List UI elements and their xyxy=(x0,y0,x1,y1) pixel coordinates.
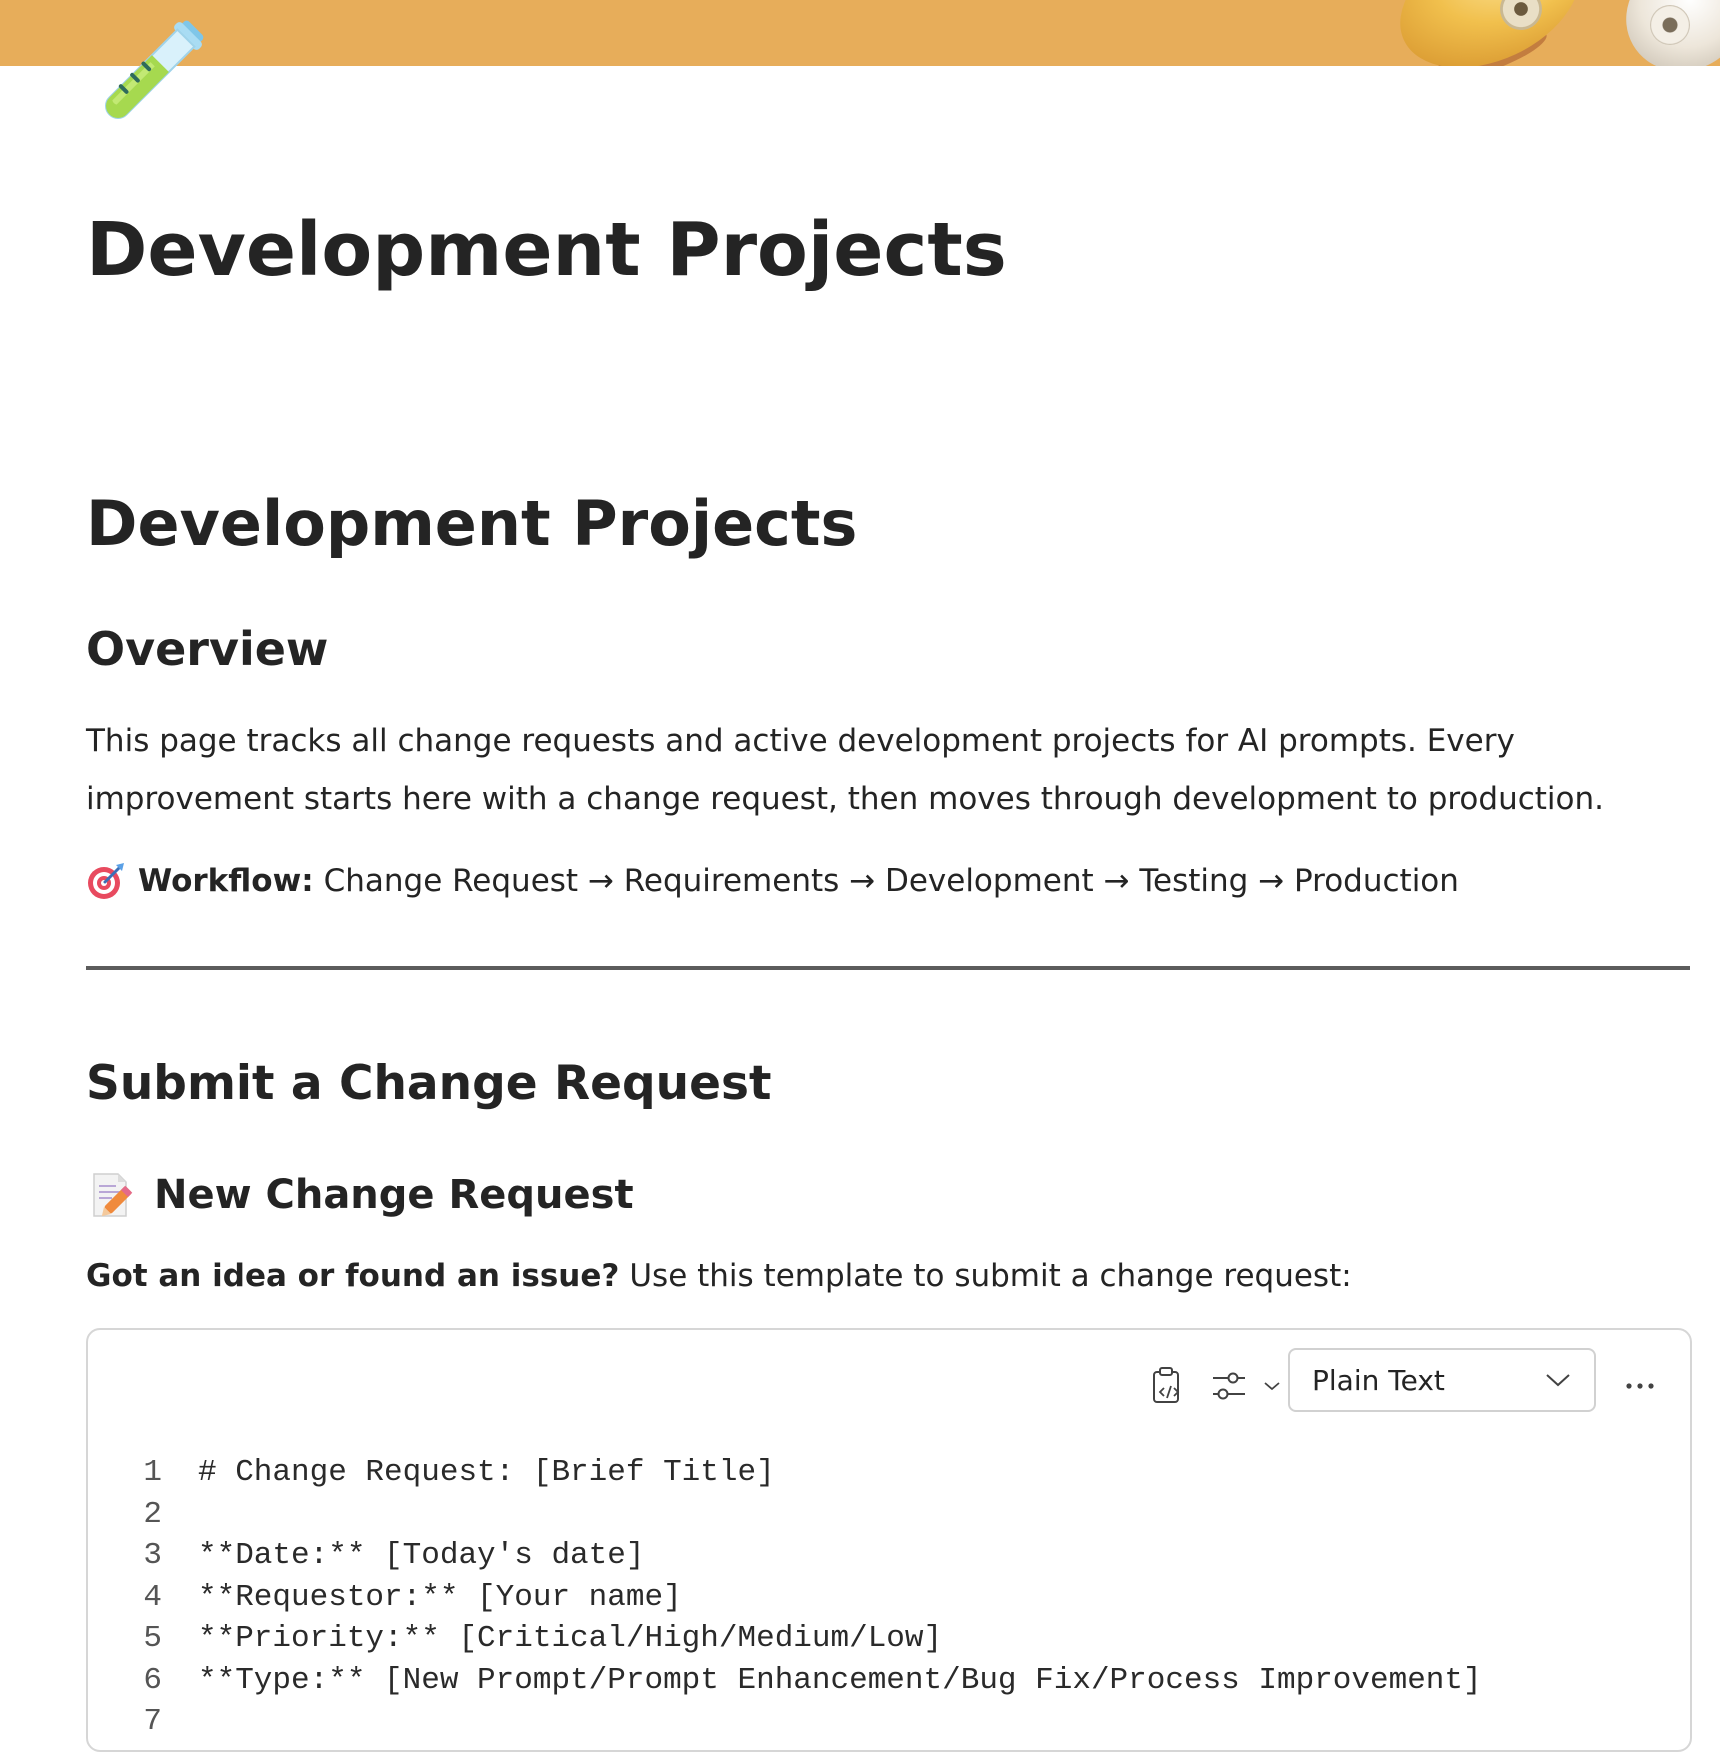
code-content[interactable]: 1 # Change Request: [Brief Title] 2 3 **… xyxy=(88,1452,1690,1743)
line-text: **Date:** [Today's date] xyxy=(198,1538,645,1573)
language-select-value: Plain Text xyxy=(1312,1363,1445,1397)
intro-rest: Use this template to submit a change req… xyxy=(629,1258,1352,1294)
banner-roll-yellow xyxy=(1378,0,1602,66)
content-heading: Development Projects xyxy=(86,487,858,560)
line-number: 6 xyxy=(143,1662,162,1698)
settings-sliders-icon xyxy=(1213,1372,1245,1400)
code-line: 2 xyxy=(88,1494,1690,1536)
workflow-steps: Change Request → Requirements → Developm… xyxy=(323,863,1459,899)
code-line: 1 # Change Request: [Brief Title] xyxy=(88,1452,1690,1494)
cover-banner xyxy=(0,0,1720,66)
copy-code-button[interactable] xyxy=(1142,1360,1194,1412)
page-title[interactable]: Development Projects xyxy=(86,209,1007,291)
line-text: **Priority:** [Critical/High/Medium/Low] xyxy=(198,1621,943,1656)
code-settings-button[interactable] xyxy=(1200,1360,1290,1412)
line-number: 5 xyxy=(143,1621,162,1656)
line-text: **Type:** [New Prompt/Prompt Enhancement… xyxy=(198,1662,1482,1698)
new-change-request-label: New Change Request xyxy=(154,1172,634,1218)
overview-text: This page tracks all change requests and… xyxy=(86,723,1605,817)
workflow-line: Workflow: Change Request → Requirements … xyxy=(86,855,1459,907)
line-text: # Change Request: [Brief Title] xyxy=(198,1455,775,1490)
chevron-down-icon xyxy=(1546,1374,1570,1387)
line-number: 1 xyxy=(143,1455,162,1490)
language-select[interactable]: Plain Text xyxy=(1288,1348,1596,1412)
line-number: 2 xyxy=(143,1496,162,1532)
submit-heading: Submit a Change Request xyxy=(86,1056,772,1111)
memo-icon xyxy=(93,1173,133,1217)
copy-code-icon xyxy=(1153,1367,1180,1403)
more-options-button[interactable] xyxy=(1614,1360,1666,1412)
workflow-label: Workflow: xyxy=(138,863,314,899)
test-tube-icon[interactable] xyxy=(84,14,210,140)
code-block[interactable]: Plain Text 1 # Change Request: [Brief Ti… xyxy=(86,1328,1692,1752)
overview-heading: Overview xyxy=(86,622,329,676)
chevron-down-icon xyxy=(1264,1382,1280,1391)
banner-roll-white-end xyxy=(1650,5,1690,45)
line-number: 3 xyxy=(143,1538,162,1573)
new-change-request-heading: New Change Request xyxy=(86,1165,634,1225)
line-number: 4 xyxy=(143,1579,162,1615)
code-line: 3 **Date:** [Today's date] xyxy=(88,1535,1690,1577)
code-line: 4 **Requestor:** [Your name] xyxy=(88,1577,1690,1619)
intro-bold: Got an idea or found an issue? xyxy=(86,1258,620,1294)
code-line: 6 **Type:** [New Prompt/Prompt Enhanceme… xyxy=(88,1660,1690,1702)
submit-intro: Got an idea or found an issue? Use this t… xyxy=(86,1250,1352,1302)
more-icon xyxy=(1626,1383,1654,1389)
target-icon xyxy=(88,863,124,899)
line-text: **Requestor:** [Your name] xyxy=(198,1579,682,1615)
code-line: 5 **Priority:** [Critical/High/Medium/Lo… xyxy=(88,1618,1690,1660)
divider xyxy=(86,966,1690,970)
